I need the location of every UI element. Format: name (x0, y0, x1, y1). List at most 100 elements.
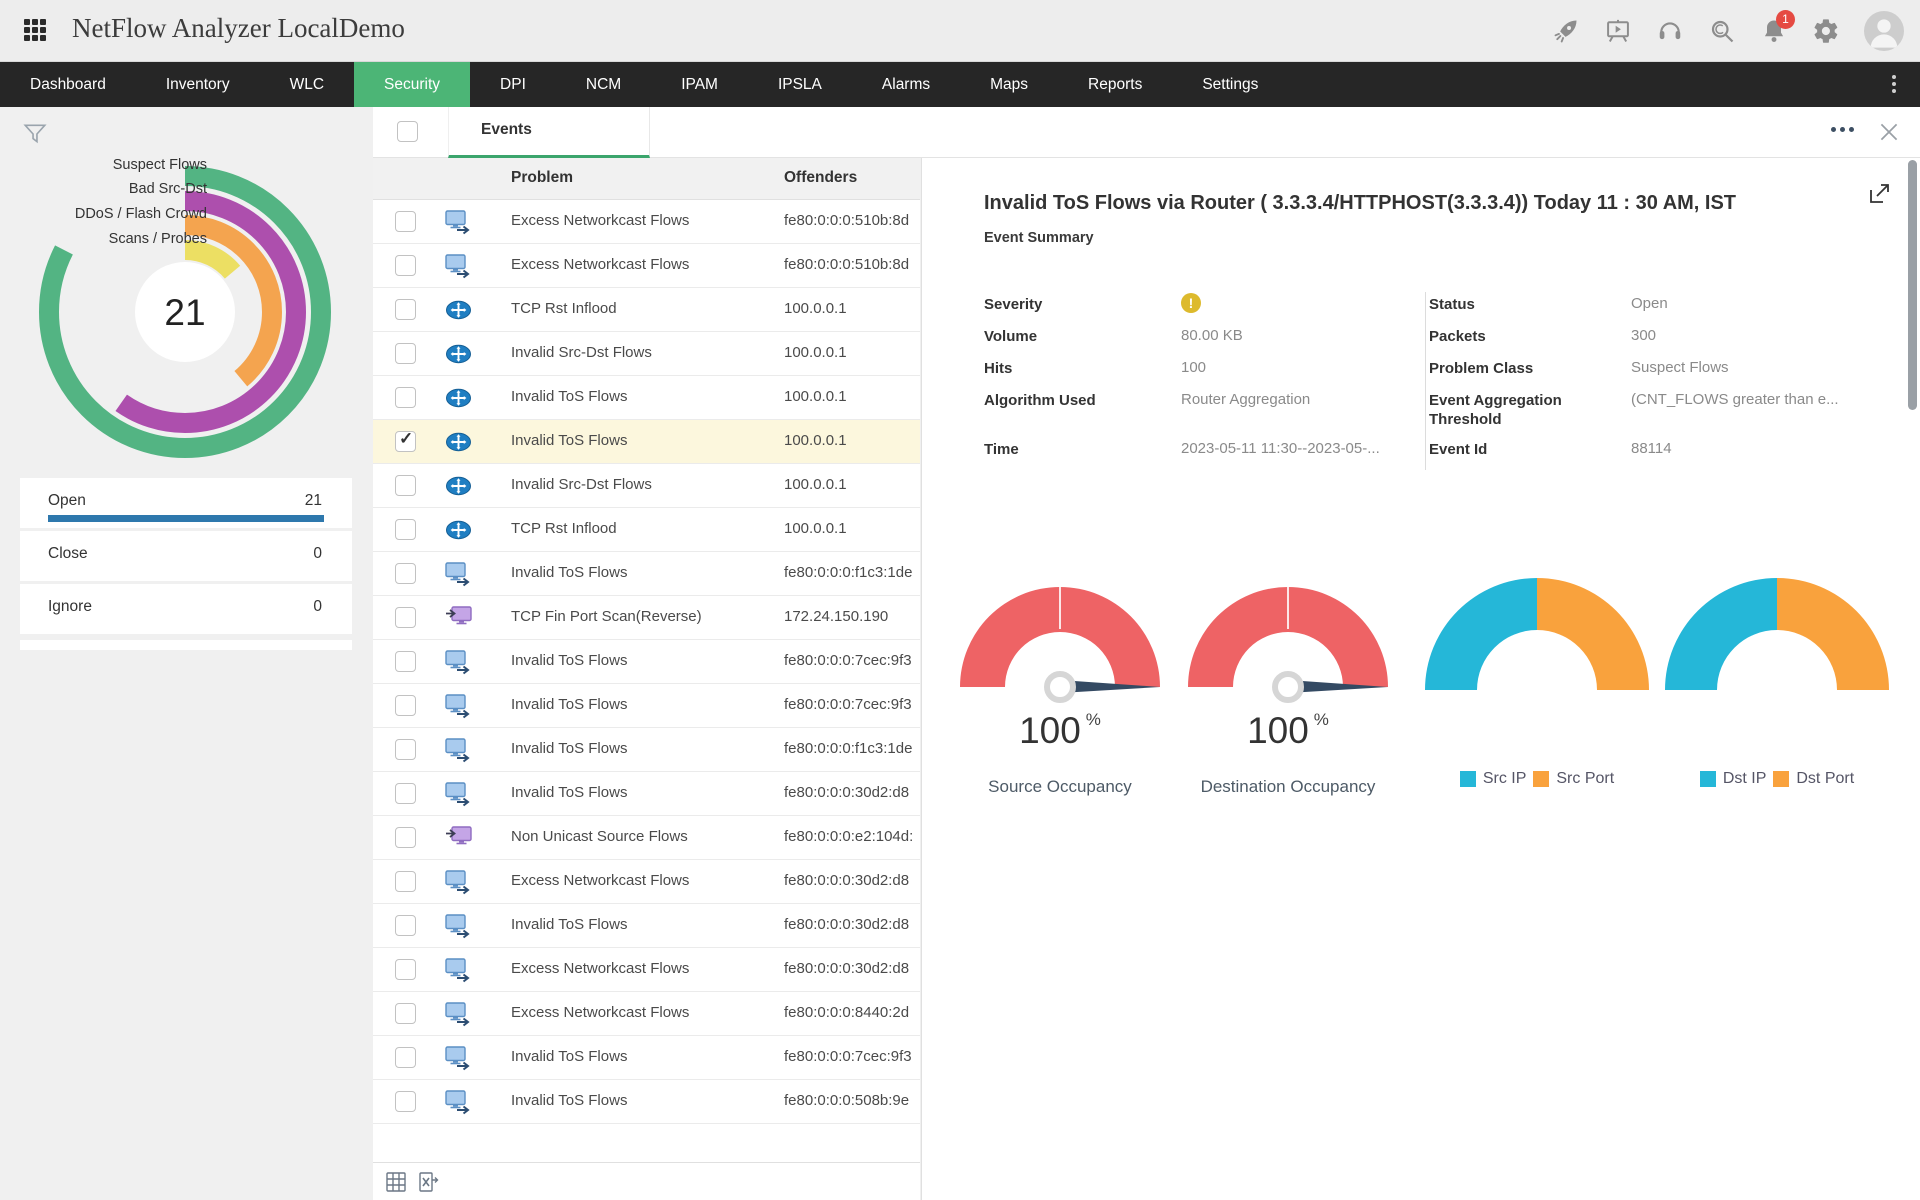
dst-port-label: Dst Port (1796, 770, 1855, 787)
table-row[interactable]: TCP Rst Inflood 100.0.0.1 (373, 288, 920, 332)
field-label-hits: Hits (984, 360, 1013, 377)
row-checkbox[interactable] (395, 827, 416, 848)
nav-item[interactable]: DPI (470, 62, 556, 107)
table-view-icon[interactable] (385, 1171, 407, 1193)
event-type-icon-wrap (445, 826, 472, 851)
nav-item[interactable]: WLC (260, 62, 354, 107)
table-row[interactable]: Invalid Src-Dst Flows 100.0.0.1 (373, 332, 920, 376)
more-options-icon[interactable] (1831, 127, 1854, 132)
table-row[interactable]: Invalid ToS Flows fe80:0:0:0:f1c3:1de (373, 552, 920, 596)
table-row[interactable]: Invalid ToS Flows 100.0.0.1 (373, 376, 920, 420)
nav-more-icon[interactable] (1880, 70, 1908, 98)
row-checkbox[interactable] (395, 255, 416, 276)
field-label-packets: Packets (1429, 328, 1486, 345)
event-type-icon-wrap (445, 386, 472, 411)
dst-ip-port-donut (1665, 578, 1889, 690)
table-row[interactable]: TCP Fin Port Scan(Reverse) 172.24.150.19… (373, 596, 920, 640)
row-checkbox[interactable] (395, 299, 416, 320)
table-row[interactable]: Excess Networkcast Flows fe80:0:0:0:510b… (373, 244, 920, 288)
table-row[interactable]: TCP Rst Inflood 100.0.0.1 (373, 508, 920, 552)
row-checkbox[interactable] (395, 519, 416, 540)
table-row[interactable]: Invalid ToS Flows fe80:0:0:0:7cec:9f3 (373, 684, 920, 728)
nav-item[interactable]: Security (354, 62, 471, 107)
row-checkbox[interactable] (395, 607, 416, 628)
offender-cell: 100.0.0.1 (784, 300, 847, 317)
row-checkbox[interactable] (395, 1047, 416, 1068)
problem-cell: Invalid ToS Flows (511, 784, 628, 801)
table-row[interactable]: Non Unicast Source Flows fe80:0:0:0:e2:1… (373, 816, 920, 860)
field-value-problem-class: Suspect Flows (1631, 359, 1729, 376)
table-row[interactable]: Invalid ToS Flows fe80:0:0:0:508b:9e (373, 1080, 920, 1124)
table-row[interactable]: Invalid ToS Flows fe80:0:0:0:30d2:d8 (373, 904, 920, 948)
row-checkbox[interactable] (395, 343, 416, 364)
table-row[interactable]: Excess Networkcast Flows fe80:0:0:0:30d2… (373, 860, 920, 904)
row-checkbox[interactable] (395, 475, 416, 496)
row-checkbox[interactable] (395, 211, 416, 232)
table-row[interactable]: Invalid ToS Flows 100.0.0.1 (373, 420, 920, 464)
problem-cell: TCP Rst Inflood (511, 520, 617, 537)
settings-gear-icon[interactable] (1812, 17, 1840, 45)
event-type-icon-wrap (445, 1002, 472, 1027)
user-avatar[interactable] (1864, 11, 1904, 51)
field-label-volume: Volume (984, 328, 1038, 345)
nav-item[interactable]: Inventory (136, 62, 260, 107)
export-excel-icon[interactable] (417, 1171, 439, 1193)
row-checkbox[interactable] (395, 959, 416, 980)
nav-item[interactable]: Maps (960, 62, 1058, 107)
nav-item[interactable]: IPAM (651, 62, 748, 107)
table-row[interactable]: Invalid ToS Flows fe80:0:0:0:30d2:d8 (373, 772, 920, 816)
source-occupancy-gauge (960, 583, 1160, 703)
source-occupancy-label: Source Occupancy (988, 777, 1132, 796)
search-icon[interactable] (1708, 17, 1736, 45)
offender-cell: fe80:0:0:0:30d2:d8 (784, 872, 910, 889)
row-checkbox[interactable] (395, 387, 416, 408)
nav-item[interactable]: Settings (1172, 62, 1288, 107)
problem-cell: Excess Networkcast Flows (511, 256, 690, 273)
nav-item[interactable]: NCM (556, 62, 651, 107)
table-row[interactable]: Excess Networkcast Flows fe80:0:0:0:510b… (373, 200, 920, 244)
topbar: NetFlow Analyzer LocalDemo 1 (0, 0, 1920, 62)
getting-started-rocket-icon[interactable] (1552, 17, 1580, 45)
row-checkbox[interactable] (395, 563, 416, 584)
nav-item[interactable]: Reports (1058, 62, 1172, 107)
row-checkbox[interactable] (395, 783, 416, 804)
nav-item[interactable]: IPSLA (748, 62, 852, 107)
tab-events[interactable]: Events (448, 107, 650, 158)
row-checkbox[interactable] (395, 429, 416, 452)
field-value-algorithm: Router Aggregation (1181, 391, 1311, 408)
table-row[interactable]: Excess Networkcast Flows fe80:0:0:0:8440… (373, 992, 920, 1036)
offender-cell: 100.0.0.1 (784, 344, 847, 361)
notifications-bell-icon[interactable]: 1 (1760, 10, 1795, 45)
field-label-algorithm: Algorithm Used (984, 392, 1096, 409)
row-checkbox[interactable] (395, 739, 416, 760)
status-row[interactable]: Open 21 (20, 478, 352, 528)
event-summary-heading: Event Summary (984, 230, 1094, 246)
status-count: 21 (304, 492, 322, 509)
row-checkbox[interactable] (395, 871, 416, 892)
nav-item[interactable]: Dashboard (0, 62, 136, 107)
select-all-checkbox[interactable] (397, 121, 418, 142)
host-icon (445, 1046, 470, 1071)
row-checkbox[interactable] (395, 651, 416, 672)
row-checkbox[interactable] (395, 695, 416, 716)
expand-icon[interactable] (1867, 182, 1891, 206)
table-row[interactable]: Excess Networkcast Flows fe80:0:0:0:30d2… (373, 948, 920, 992)
status-row[interactable]: Close 0 (20, 531, 352, 581)
nav-item[interactable]: Alarms (852, 62, 960, 107)
app-title: NetFlow Analyzer LocalDemo (72, 13, 405, 43)
row-checkbox[interactable] (395, 915, 416, 936)
close-icon[interactable] (1876, 119, 1902, 145)
event-type-icon-wrap (445, 782, 472, 807)
row-checkbox[interactable] (395, 1003, 416, 1024)
demo-video-icon[interactable] (1604, 17, 1632, 45)
support-headset-icon[interactable] (1656, 17, 1684, 45)
table-row[interactable]: Invalid ToS Flows fe80:0:0:0:7cec:9f3 (373, 1036, 920, 1080)
status-row[interactable]: Ignore 0 (20, 584, 352, 634)
notification-badge: 1 (1776, 10, 1795, 29)
detail-scrollbar[interactable] (1908, 160, 1917, 410)
table-row[interactable]: Invalid ToS Flows fe80:0:0:0:f1c3:1de (373, 728, 920, 772)
row-checkbox[interactable] (395, 1091, 416, 1112)
table-row[interactable]: Invalid Src-Dst Flows 100.0.0.1 (373, 464, 920, 508)
table-row[interactable]: Invalid ToS Flows fe80:0:0:0:7cec:9f3 (373, 640, 920, 684)
app-launcher-icon[interactable] (24, 19, 48, 43)
